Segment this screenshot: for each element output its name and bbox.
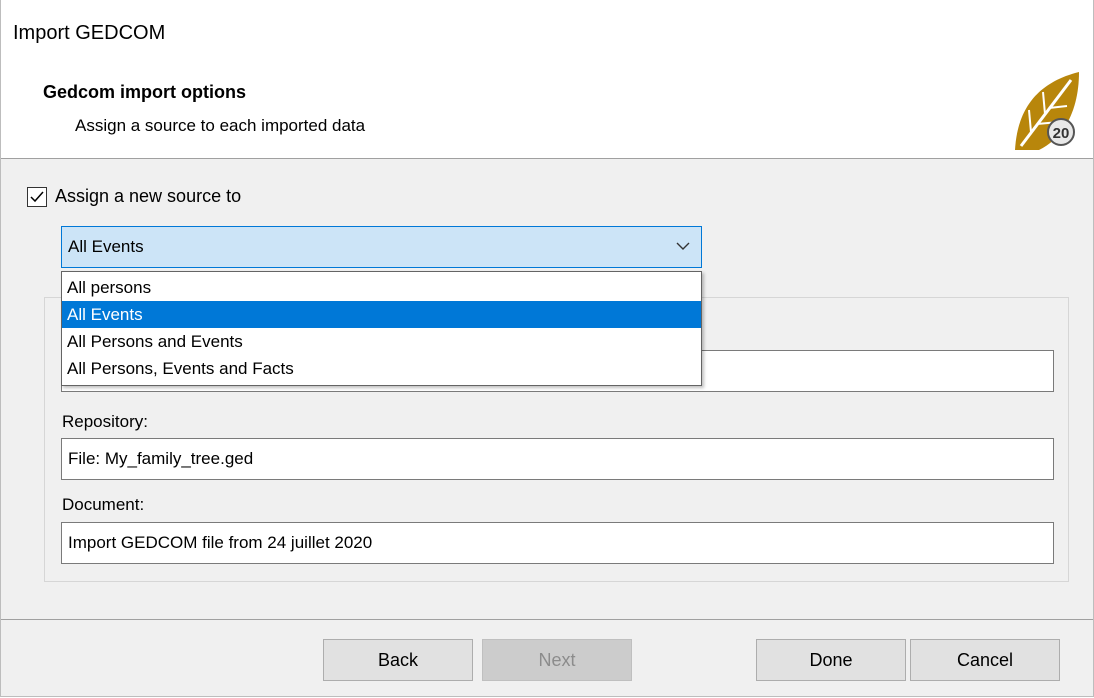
dropdown-option-all-persons[interactable]: All persons — [62, 274, 701, 301]
checkmark-icon — [30, 191, 44, 202]
button-bar: Back Next Done Cancel — [1, 619, 1093, 696]
import-gedcom-dialog: Import GEDCOM Gedcom import options Assi… — [0, 0, 1094, 697]
repository-field[interactable]: File: My_family_tree.ged — [61, 438, 1054, 480]
cancel-button[interactable]: Cancel — [910, 639, 1060, 681]
logo-badge-text: 20 — [1053, 125, 1070, 142]
repository-label: Repository: — [62, 412, 148, 431]
assign-source-checkbox-row[interactable]: Assign a new source to — [27, 186, 241, 207]
back-button[interactable]: Back — [323, 639, 473, 681]
page-title: Gedcom import options — [43, 82, 247, 102]
assign-source-label: Assign a new source to — [55, 186, 242, 206]
scope-dropdown-list: All persons All Events All Persons and E… — [61, 271, 702, 386]
wizard-header: Gedcom import options Assign a source to… — [1, 70, 1093, 159]
dropdown-option-all-persons-and-events[interactable]: All Persons and Events — [62, 328, 701, 355]
page-subtitle: Assign a source to each imported data — [75, 116, 366, 135]
scope-select[interactable]: All Events — [61, 226, 702, 268]
scope-select-value: All Events — [68, 237, 144, 256]
app-logo-icon: 20 — [1015, 72, 1079, 150]
document-label: Document: — [62, 495, 145, 514]
dropdown-option-all-persons-events-facts[interactable]: All Persons, Events and Facts — [62, 355, 701, 382]
done-button[interactable]: Done — [756, 639, 906, 681]
window-title: Import GEDCOM — [13, 22, 166, 44]
options-panel: Assign a new source to Repository: File:… — [1, 159, 1093, 619]
title-bar: Import GEDCOM — [1, 0, 1093, 70]
dropdown-option-all-events[interactable]: All Events — [62, 301, 701, 328]
document-field[interactable]: Import GEDCOM file from 24 juillet 2020 — [61, 522, 1054, 564]
next-button[interactable]: Next — [482, 639, 632, 681]
chevron-down-icon[interactable] — [675, 239, 691, 253]
assign-source-checkbox[interactable] — [27, 186, 47, 207]
